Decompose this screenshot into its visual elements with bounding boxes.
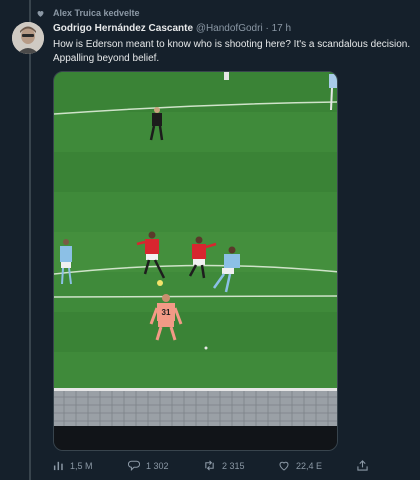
player-number: 31 (162, 308, 171, 317)
retweet-icon (205, 460, 214, 471)
like-count: 22,4 E (296, 460, 323, 471)
football-image: 31 (54, 72, 337, 450)
reply-icon (128, 460, 140, 471)
retweet-button[interactable]: 2 315 (203, 460, 245, 471)
views-count: 1,5 M (70, 460, 93, 471)
goal-net (54, 388, 337, 426)
share-button[interactable] (357, 460, 374, 471)
tweet-media[interactable]: 31 (53, 71, 338, 451)
action-bar: 1,5 M 1 302 2 315 22,4 E (53, 460, 383, 474)
tweet-header: Godrigo Hernández Cascante @HandofGodri … (53, 23, 420, 37)
author-name[interactable]: Godrigo Hernández Cascante (53, 23, 193, 34)
separator: · (265, 23, 269, 34)
tweet-text: How is Ederson meant to know who is shoo… (53, 38, 420, 66)
heart-icon (37, 10, 44, 17)
views-button[interactable]: 1,5 M (53, 460, 93, 471)
timestamp[interactable]: 17 h (272, 23, 291, 34)
views-icon (53, 461, 63, 471)
avatar[interactable] (12, 22, 44, 54)
share-icon (357, 460, 368, 471)
author-handle[interactable]: @HandofGodri (196, 23, 263, 34)
ball (157, 280, 163, 286)
tweet-text-line-2: Appalling beyond belief. (53, 53, 160, 64)
tweet-text-line-1: How is Ederson meant to know who is shoo… (53, 39, 411, 50)
thread-rail (29, 0, 31, 480)
like-icon (279, 461, 289, 471)
retweet-count: 2 315 (222, 460, 245, 471)
liked-by-text[interactable]: Alex Truica kedvelte (53, 8, 140, 18)
reply-count: 1 302 (146, 460, 169, 471)
reply-button[interactable]: 1 302 (128, 460, 169, 471)
like-button[interactable]: 22,4 E (278, 460, 322, 471)
social-context: Alex Truica kedvelte (36, 6, 140, 20)
